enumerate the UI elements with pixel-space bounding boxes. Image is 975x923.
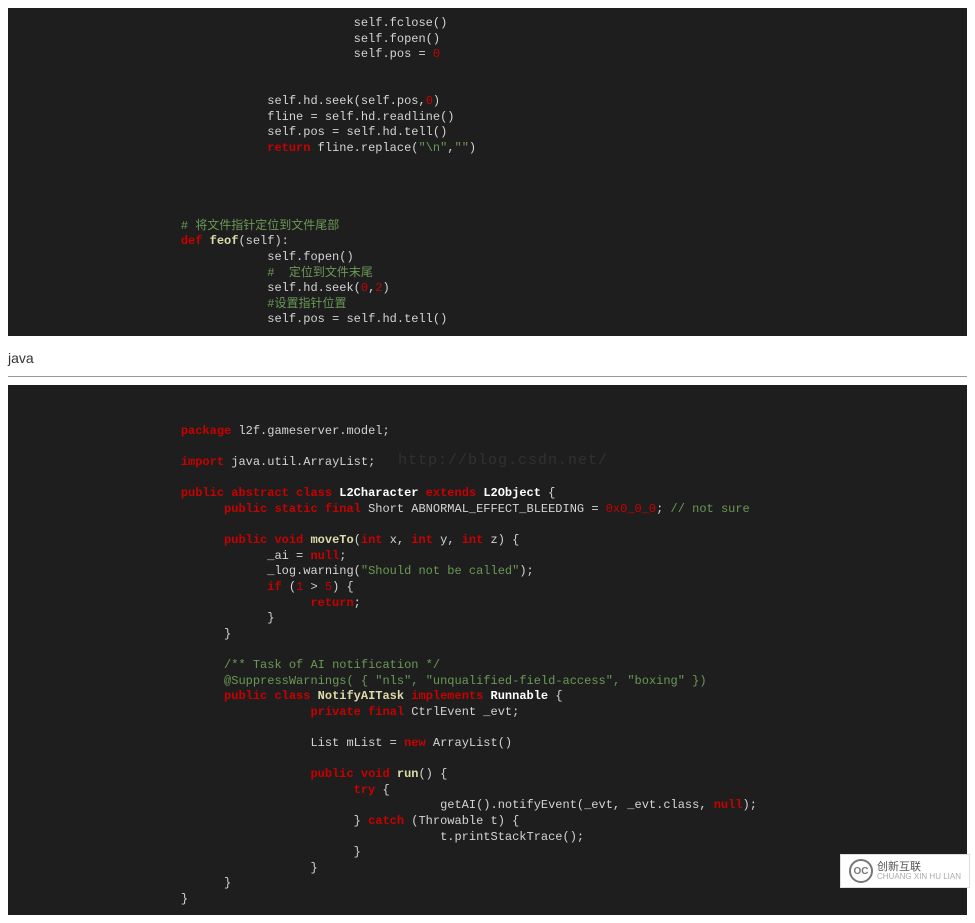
code-line: self.fclose()	[8, 16, 967, 32]
python-code-block: self.fclose() self.fopen() self.pos = 0 …	[8, 8, 967, 336]
code-line: }	[8, 861, 967, 877]
code-line: } catch (Throwable t) {	[8, 814, 967, 830]
code-line: self.pos = 0	[8, 47, 967, 63]
code-line: return;	[8, 596, 967, 612]
code-line: }	[8, 892, 967, 908]
code-line: public class NotifyAITask implements Run…	[8, 689, 967, 705]
code-line: _ai = null;	[8, 549, 967, 565]
code-line: getAI().notifyEvent(_evt, _evt.class, nu…	[8, 798, 967, 814]
code-line: self.hd.seek(0,2)	[8, 281, 967, 297]
logo-text: 创新互联 CHUANG XIN HU LIAN	[877, 861, 961, 882]
code-line: fline = self.hd.readline()	[8, 110, 967, 126]
code-line: List mList = new ArrayList()	[8, 736, 967, 752]
code-line: self.fopen()	[8, 32, 967, 48]
code-line	[8, 518, 967, 534]
code-line	[8, 203, 967, 219]
logo-icon: OC	[849, 859, 873, 883]
code-line	[8, 642, 967, 658]
site-logo: OC 创新互联 CHUANG XIN HU LIAN	[840, 854, 970, 888]
code-line: }	[8, 876, 967, 892]
section-heading: java	[0, 344, 975, 372]
code-line: }	[8, 611, 967, 627]
java-code-block: http://blog.csdn.net/ package l2f.gamese…	[8, 385, 967, 916]
code-line: /** Task of AI notification */	[8, 658, 967, 674]
code-line: import java.util.ArrayList;	[8, 455, 967, 471]
code-line: self.pos = self.hd.tell()	[8, 312, 967, 328]
code-line: #设置指针位置	[8, 297, 967, 313]
code-line: self.fopen()	[8, 250, 967, 266]
code-line: self.pos = self.hd.tell()	[8, 125, 967, 141]
code-line: self.hd.seek(self.pos,0)	[8, 94, 967, 110]
code-line: def feof(self):	[8, 234, 967, 250]
code-line: public void run() {	[8, 767, 967, 783]
code-line: if (1 > 5) {	[8, 580, 967, 596]
code-line: }	[8, 627, 967, 643]
code-line: # 定位到文件末尾	[8, 266, 967, 282]
code-line: public void moveTo(int x, int y, int z) …	[8, 533, 967, 549]
code-line	[8, 156, 967, 172]
code-line	[8, 471, 967, 487]
code-line: try {	[8, 783, 967, 799]
code-line	[8, 63, 967, 79]
code-line: @SuppressWarnings( { "nls", "unqualified…	[8, 674, 967, 690]
code-line: }	[8, 845, 967, 861]
code-line: _log.warning("Should not be called");	[8, 564, 967, 580]
code-line: return fline.replace("\n","")	[8, 141, 967, 157]
code-line	[8, 188, 967, 204]
code-line	[8, 440, 967, 456]
code-line: private final CtrlEvent _evt;	[8, 705, 967, 721]
code-line	[8, 720, 967, 736]
code-line	[8, 752, 967, 768]
code-line: # 将文件指针定位到文件尾部	[8, 219, 967, 235]
code-line	[8, 172, 967, 188]
code-line: public static final Short ABNORMAL_EFFEC…	[8, 502, 967, 518]
code-line: public abstract class L2Character extend…	[8, 486, 967, 502]
code-line	[8, 78, 967, 94]
code-line: package l2f.gameserver.model;	[8, 424, 967, 440]
code-line: t.printStackTrace();	[8, 830, 967, 846]
section-divider	[8, 376, 967, 377]
